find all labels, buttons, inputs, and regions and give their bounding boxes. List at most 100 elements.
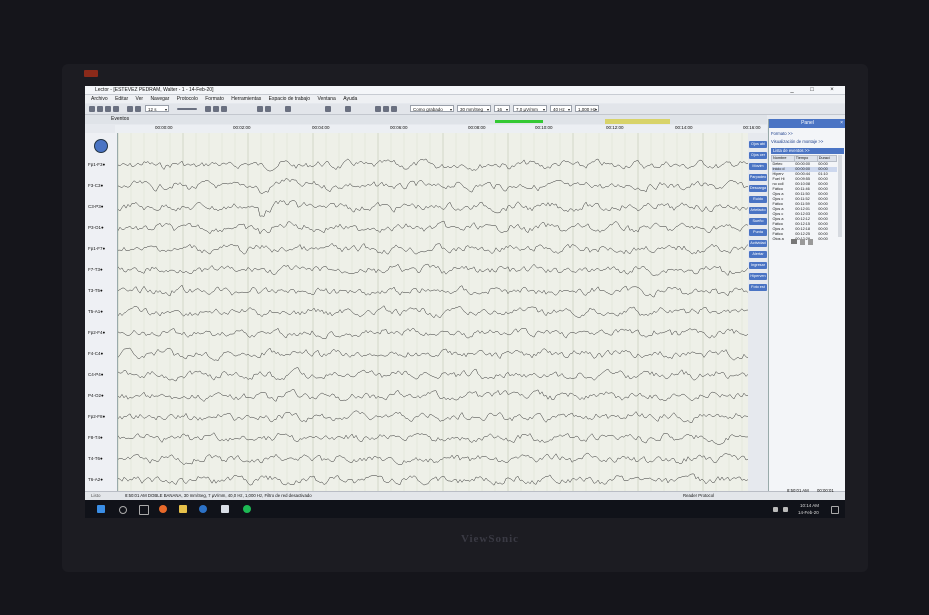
event-button[interactable]: Sueño	[749, 218, 767, 225]
event-button[interactable]: Actividad	[749, 240, 767, 247]
file-explorer-icon[interactable]	[179, 505, 187, 513]
menu-ver[interactable]: Ver	[136, 95, 144, 103]
channel-label[interactable]: T4-T6●	[88, 456, 103, 461]
tools-icon[interactable]	[345, 106, 351, 112]
event-button[interactable]: Hiperven	[749, 273, 767, 280]
forward-icon[interactable]	[135, 106, 141, 112]
note-icon[interactable]	[205, 106, 211, 112]
channel-label[interactable]: T3-T5●	[88, 288, 103, 293]
channel-label[interactable]: P4-O2●	[88, 393, 104, 398]
event-button[interactable]: Ojos cer	[749, 152, 767, 159]
channel-label[interactable]: Fp1-F7●	[88, 246, 105, 251]
menu-herramientas[interactable]: Herramientas	[231, 95, 261, 103]
network-icon[interactable]	[773, 507, 778, 512]
taskbar-time[interactable]: 10:14 AM	[800, 503, 819, 508]
panel-link-format[interactable]: Formato >>	[771, 131, 793, 136]
channel-label[interactable]: C3-P3●	[88, 204, 103, 209]
channel-label[interactable]: T6-A2●	[88, 477, 103, 482]
menu-archivo[interactable]: Archivo	[91, 95, 108, 103]
document-icon[interactable]	[800, 239, 805, 245]
channel-label[interactable]: F3-C3●	[88, 183, 103, 188]
ready-status: Listo	[91, 493, 101, 498]
page-combo[interactable]: 12 s	[145, 105, 169, 113]
event-button[interactable]: Punta	[749, 229, 767, 236]
eeg-trace	[117, 158, 749, 172]
filter-combo[interactable]: 40 Hz	[550, 105, 572, 113]
print-icon[interactable]	[791, 239, 797, 244]
save-icon[interactable]	[97, 106, 103, 112]
back-icon[interactable]	[127, 106, 133, 112]
lowfilter-combo[interactable]: 1,000 Hz	[575, 105, 599, 113]
event-button[interactable]: Ingresar	[749, 262, 767, 269]
time-tick: 00:02:00	[233, 125, 251, 130]
menu-navegar[interactable]: Navegar	[150, 95, 169, 103]
target-icon[interactable]	[94, 139, 108, 153]
volume-icon[interactable]	[783, 507, 788, 512]
notification-icon[interactable]	[831, 506, 839, 514]
search-icon[interactable]	[325, 106, 331, 112]
events-list-header[interactable]: Lista de eventos >>	[771, 148, 844, 154]
edge-icon[interactable]	[199, 505, 207, 513]
menu-protocolo[interactable]: Protocolo	[177, 95, 198, 103]
menu-ayuda[interactable]: Ayuda	[343, 95, 357, 103]
channel-label[interactable]: F7-T3●	[88, 267, 103, 272]
eeg-traces[interactable]	[117, 133, 749, 491]
text-icon[interactable]	[375, 106, 381, 112]
undo-icon[interactable]	[257, 106, 263, 112]
channel-label[interactable]: F8-T4●	[88, 435, 103, 440]
slider-icon[interactable]	[177, 108, 197, 110]
grid-icon[interactable]	[213, 106, 219, 112]
print-icon[interactable]	[105, 106, 111, 112]
taskbar-date[interactable]: 14-Feb-20	[798, 510, 819, 515]
speed-combo[interactable]: 30 mm/Seg	[457, 105, 491, 113]
event-button[interactable]: Descarga	[749, 185, 767, 192]
layout-icon[interactable]	[391, 106, 397, 112]
channel-label[interactable]: Fp2-F4●	[88, 330, 105, 335]
panel-header: Panel ×	[769, 119, 845, 128]
panel-close-icon[interactable]: ×	[840, 119, 843, 128]
redo-icon[interactable]	[265, 106, 271, 112]
open-icon[interactable]	[89, 106, 95, 112]
photo-icon[interactable]	[383, 106, 389, 112]
maximize-button[interactable]: □	[805, 86, 819, 94]
channel-label[interactable]: T5-A1●	[88, 309, 103, 314]
cursor-icon[interactable]	[221, 106, 227, 112]
event-button[interactable]: Movim	[749, 163, 767, 170]
eeg-trace	[117, 367, 749, 382]
channel-label[interactable]: C4-P4●	[88, 372, 103, 377]
event-button[interactable]: Alertar	[749, 251, 767, 258]
task-view-icon[interactable]	[139, 505, 149, 515]
eeg-app-icon[interactable]	[221, 505, 229, 513]
minimize-button[interactable]: _	[785, 86, 799, 94]
event-button[interactable]: Ojos abi	[749, 141, 767, 148]
close-button[interactable]: ×	[825, 86, 839, 94]
channel-label[interactable]: Fp2-F8●	[88, 414, 105, 419]
menu-formato[interactable]: Formato	[205, 95, 224, 103]
sensitivity-combo[interactable]: 7,0 µV/mm	[513, 105, 547, 113]
time-tick: 00:16:00	[743, 125, 761, 130]
event-button[interactable]: Ruido	[749, 196, 767, 203]
windows-start-icon[interactable]	[97, 505, 105, 513]
menu-ventana[interactable]: Ventana	[317, 95, 335, 103]
channel-label[interactable]: P3-O1●	[88, 225, 104, 230]
status-protocol: Reader Protocol	[683, 493, 715, 498]
spotify-icon[interactable]	[243, 505, 251, 513]
channel-label[interactable]: F4-C4●	[88, 351, 103, 356]
panel-link-montage[interactable]: Visualización de montaje >>	[771, 139, 823, 144]
event-button[interactable]: Parpadeo	[749, 174, 767, 181]
event-button[interactable]: Foto est	[749, 284, 767, 291]
record-icon[interactable]	[113, 106, 119, 112]
firefox-icon[interactable]	[159, 505, 167, 513]
panel-scrollbar[interactable]	[838, 155, 842, 237]
menu-espacio[interactable]: Espacio de trabajo	[269, 95, 310, 103]
channel-label[interactable]: Fp1-F3●	[88, 162, 105, 167]
montage-combo[interactable]: Como grabado	[410, 105, 454, 113]
progress-bar	[495, 120, 543, 123]
menu-editar[interactable]: Editar	[115, 95, 128, 103]
copy-icon[interactable]	[808, 239, 813, 245]
count-combo[interactable]: 16	[494, 105, 510, 113]
zoom-icon[interactable]	[285, 106, 291, 112]
event-button[interactable]: Artefacto	[749, 207, 767, 214]
search-icon[interactable]	[119, 506, 127, 514]
toolbar: 12 s Como grabado 30 mm/Seg 16 7,0 µV/mm…	[85, 104, 845, 115]
